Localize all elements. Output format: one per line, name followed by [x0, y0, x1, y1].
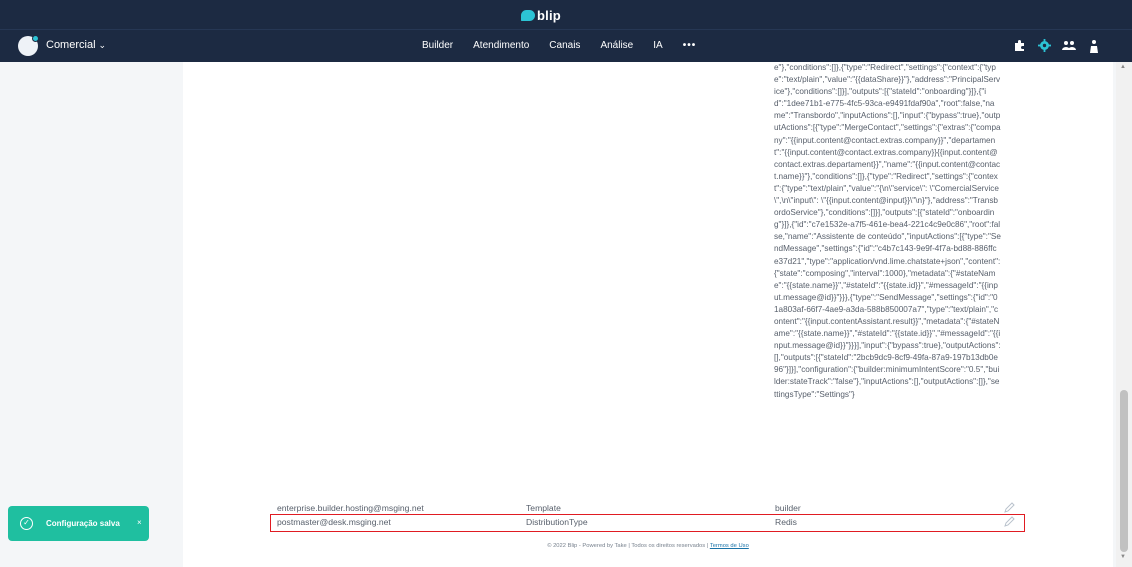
- scroll-thumb[interactable]: [1120, 390, 1128, 552]
- check-circle-icon: ✓: [20, 517, 33, 530]
- nav-atendimento[interactable]: Atendimento: [473, 40, 529, 51]
- blip-logo-icon: [521, 9, 535, 21]
- scrollbar[interactable]: ▲ ▼: [1116, 62, 1132, 567]
- status-dot: [32, 35, 39, 42]
- account-icon[interactable]: [1087, 38, 1101, 53]
- header-icons: [1012, 38, 1101, 53]
- scroll-up-icon[interactable]: ▲: [1120, 64, 1126, 70]
- toast-message: Configuração salva: [46, 519, 120, 528]
- row-value: builder: [775, 503, 801, 513]
- nav-bar: Comercial ⌄ Builder Atendimento Canais A…: [0, 29, 1132, 62]
- nav-builder[interactable]: Builder: [422, 40, 453, 51]
- nav-analise[interactable]: Análise: [600, 40, 633, 51]
- edit-pencil-icon[interactable]: [1004, 502, 1015, 513]
- settings-table: e"},"conditions":[]},{"type":"Redirect",…: [183, 62, 1113, 567]
- nav-more[interactable]: •••: [683, 40, 697, 51]
- settings-icon[interactable]: [1037, 38, 1051, 53]
- tenant-selector[interactable]: Comercial ⌄: [46, 39, 106, 51]
- tenant-avatar[interactable]: [18, 35, 39, 56]
- close-icon[interactable]: ×: [137, 518, 142, 527]
- highlight-box: [270, 514, 1025, 532]
- row-identity: enterprise.builder.hosting@msging.net: [277, 503, 424, 513]
- team-icon[interactable]: [1062, 38, 1076, 53]
- chevron-down-icon: ⌄: [98, 39, 107, 50]
- blip-logo[interactable]: blip: [521, 7, 561, 23]
- top-bar: blip: [0, 0, 1132, 29]
- page-footer: © 2022 Blip - Powered by Take | Todos os…: [183, 543, 1113, 549]
- row-key: Template: [526, 503, 561, 513]
- main-nav: Builder Atendimento Canais Análise IA ••…: [422, 40, 716, 51]
- scroll-down-icon[interactable]: ▼: [1120, 554, 1126, 560]
- nav-ia[interactable]: IA: [653, 40, 662, 51]
- blip-logo-text: blip: [537, 7, 561, 23]
- footer-text: © 2022 Blip - Powered by Take | Todos os…: [547, 543, 709, 549]
- terms-link[interactable]: Termos de Uso: [710, 543, 749, 549]
- toast-notification: ✓ Configuração salva ×: [8, 506, 149, 541]
- nav-canais[interactable]: Canais: [549, 40, 580, 51]
- puzzle-icon[interactable]: [1012, 38, 1026, 53]
- json-value-cell: e"},"conditions":[]},{"type":"Redirect",…: [774, 63, 1001, 399]
- tenant-name: Comercial: [46, 39, 96, 51]
